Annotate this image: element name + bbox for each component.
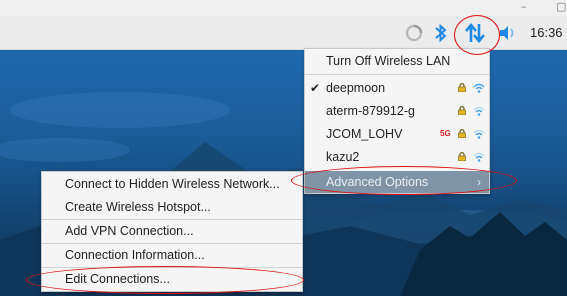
network-item-kazu2[interactable]: kazu2 — [305, 146, 489, 168]
menu-item-label: Create Wireless Hotspot... — [65, 200, 211, 214]
network-ssid: kazu2 — [326, 150, 360, 164]
chevron-right-icon: › — [477, 175, 481, 189]
advanced-options-submenu: Connect to Hidden Wireless Network... Cr… — [41, 171, 303, 292]
wifi-signal-icon — [473, 152, 485, 162]
network-transfer-icon[interactable] — [462, 22, 488, 44]
menu-item-label: Connect to Hidden Wireless Network... — [65, 177, 280, 191]
advanced-options-item[interactable]: Advanced Options › — [305, 171, 489, 193]
connect-hidden-network-item[interactable]: Connect to Hidden Wireless Network... — [42, 173, 302, 195]
menu-item-label: Edit Connections... — [65, 272, 170, 286]
minimize-icon[interactable]: – — [521, 0, 527, 13]
network-item-deepmoon[interactable]: ✔ deepmoon — [305, 77, 489, 99]
wifi-signal-icon — [473, 106, 485, 116]
create-hotspot-item[interactable]: Create Wireless Hotspot... — [42, 196, 302, 218]
connection-information-item[interactable]: Connection Information... — [42, 244, 302, 266]
add-vpn-connection-item[interactable]: Add VPN Connection... — [42, 220, 302, 242]
edit-connections-item[interactable]: Edit Connections... — [42, 268, 302, 290]
network-menu: Turn Off Wireless LAN ✔ deepmoon aterm-8… — [304, 48, 490, 194]
lock-icon — [458, 106, 466, 115]
turn-off-wireless-item[interactable]: Turn Off Wireless LAN — [305, 50, 489, 72]
window-title-strip: – ▢ — [0, 0, 567, 16]
network-item-jcom[interactable]: JCOM_LOHV 5G — [305, 123, 489, 145]
clock[interactable]: 16:36 — [530, 25, 563, 40]
network-ssid: deepmoon — [326, 81, 386, 95]
turn-off-wireless-label: Turn Off Wireless LAN — [326, 54, 451, 68]
menu-item-label: Add VPN Connection... — [65, 224, 194, 238]
wifi-signal-icon — [473, 129, 485, 139]
check-icon: ✔ — [310, 81, 321, 95]
volume-icon[interactable] — [497, 22, 519, 44]
lock-icon — [458, 83, 466, 92]
wifi-signal-icon — [473, 83, 485, 93]
network-item-aterm[interactable]: aterm-879912-g — [305, 100, 489, 122]
network-ssid: JCOM_LOHV — [326, 127, 403, 141]
menu-item-label: Connection Information... — [65, 248, 205, 262]
network-status-icon[interactable] — [403, 22, 425, 44]
advanced-options-label: Advanced Options — [326, 175, 429, 189]
bluetooth-icon[interactable] — [432, 22, 450, 44]
restore-icon[interactable]: ▢ — [556, 0, 566, 13]
lock-icon — [458, 129, 466, 138]
band-5g-badge: 5G — [440, 129, 451, 138]
menu-separator — [305, 74, 489, 75]
lock-icon — [458, 152, 466, 161]
network-ssid: aterm-879912-g — [326, 104, 415, 118]
